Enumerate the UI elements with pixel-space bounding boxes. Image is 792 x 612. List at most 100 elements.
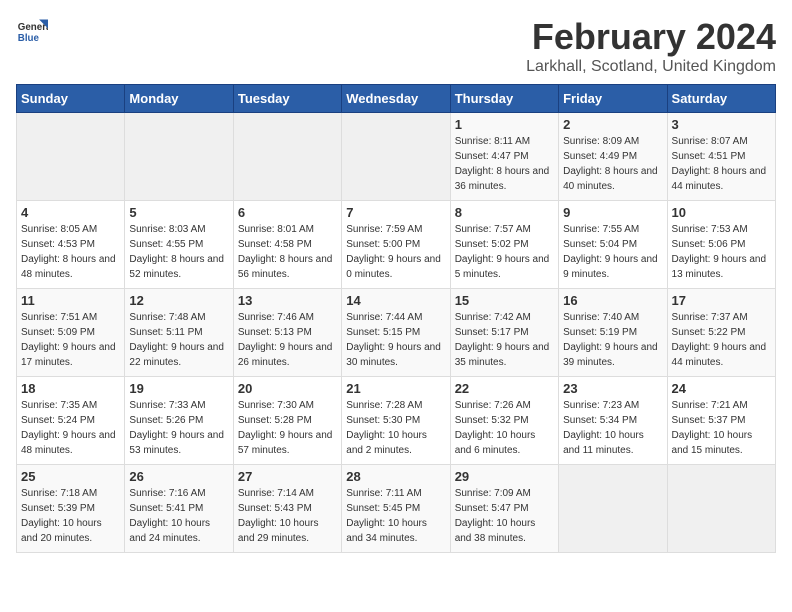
day-info: Sunrise: 7:35 AMSunset: 5:24 PMDaylight:… — [21, 398, 120, 458]
calendar-day-cell: 5 Sunrise: 8:03 AMSunset: 4:55 PMDaylight… — [125, 201, 233, 289]
calendar-day-cell — [342, 113, 450, 201]
weekday-header-cell: Saturday — [667, 85, 775, 113]
calendar-day-cell: 4Sunrise: 8:05 AMSunset: 4:53 PMDaylight… — [17, 201, 125, 289]
day-number: 10 — [672, 205, 771, 220]
calendar-day-cell: 21Sunrise: 7:28 AMSunset: 5:30 PMDayligh… — [342, 377, 450, 465]
calendar-day-cell: 10Sunrise: 7:53 AMSunset: 5:06 PMDayligh… — [667, 201, 775, 289]
calendar-day-cell — [667, 465, 775, 553]
day-number: 7 — [346, 205, 445, 220]
day-info: Sunrise: 7:16 AMSunset: 5:41 PMDaylight:… — [129, 486, 228, 546]
calendar-day-cell: 23 Sunrise: 7:23 AMSunset: 5:34 PMDayligh… — [559, 377, 667, 465]
day-number: 19 — [129, 381, 228, 396]
day-number: 5 — [129, 205, 228, 220]
calendar-day-cell — [17, 113, 125, 201]
day-number: 24 — [672, 381, 771, 396]
calendar-day-cell: 19 Sunrise: 7:33 AMSunset: 5:26 PMDayligh… — [125, 377, 233, 465]
day-number: 17 — [672, 293, 771, 308]
day-info: Sunrise: 7:59 AMSunset: 5:00 PMDaylight:… — [346, 222, 445, 282]
day-info: Sunrise: 7:57 AMSunset: 5:02 PMDaylight:… — [455, 222, 554, 282]
day-number: 25 — [21, 469, 120, 484]
day-number: 8 — [455, 205, 554, 220]
page-header: General Blue February 2024 Larkhall, Sco… — [16, 16, 776, 76]
calendar-day-cell: 14 Sunrise: 7:44 AMSunset: 5:15 PMDayligh… — [342, 289, 450, 377]
weekday-header-cell: Friday — [559, 85, 667, 113]
calendar-subtitle: Larkhall, Scotland, United Kingdom — [526, 58, 776, 76]
calendar-day-cell: 27 Sunrise: 7:14 AMSunset: 5:43 PMDayligh… — [233, 465, 341, 553]
calendar-day-cell — [233, 113, 341, 201]
logo-icon: General Blue — [16, 16, 48, 48]
calendar-day-cell — [559, 465, 667, 553]
calendar-day-cell: 28Sunrise: 7:11 AMSunset: 5:45 PMDayligh… — [342, 465, 450, 553]
calendar-day-cell: 22 Sunrise: 7:26 AMSunset: 5:32 PMDayligh… — [450, 377, 558, 465]
calendar-day-cell: 7 Sunrise: 7:59 AMSunset: 5:00 PMDaylight… — [342, 201, 450, 289]
day-number: 6 — [238, 205, 337, 220]
calendar-day-cell: 9 Sunrise: 7:55 AMSunset: 5:04 PMDaylight… — [559, 201, 667, 289]
day-info: Sunrise: 7:21 AMSunset: 5:37 PMDaylight:… — [672, 398, 771, 458]
weekday-header-cell: Wednesday — [342, 85, 450, 113]
day-number: 11 — [21, 293, 120, 308]
day-number: 22 — [455, 381, 554, 396]
day-number: 27 — [238, 469, 337, 484]
day-number: 14 — [346, 293, 445, 308]
day-info: Sunrise: 7:44 AMSunset: 5:15 PMDaylight:… — [346, 310, 445, 370]
day-info: Sunrise: 7:18 AMSunset: 5:39 PMDaylight:… — [21, 486, 120, 546]
calendar-day-cell: 2Sunrise: 8:09 AMSunset: 4:49 PMDaylight… — [559, 113, 667, 201]
day-info: Sunrise: 7:30 AMSunset: 5:28 PMDaylight:… — [238, 398, 337, 458]
calendar-day-cell: 24 Sunrise: 7:21 AMSunset: 5:37 PMDayligh… — [667, 377, 775, 465]
day-info: Sunrise: 7:14 AMSunset: 5:43 PMDaylight:… — [238, 486, 337, 546]
day-info: Sunrise: 8:07 AMSunset: 4:51 PMDaylight:… — [672, 134, 771, 194]
calendar-day-cell: 8 Sunrise: 7:57 AMSunset: 5:02 PMDaylight… — [450, 201, 558, 289]
calendar-title: February 2024 — [526, 16, 776, 58]
calendar-day-cell: 15 Sunrise: 7:42 AMSunset: 5:17 PMDayligh… — [450, 289, 558, 377]
weekday-header-cell: Thursday — [450, 85, 558, 113]
day-number: 20 — [238, 381, 337, 396]
day-number: 21 — [346, 381, 445, 396]
day-info: Sunrise: 7:09 AMSunset: 5:47 PMDaylight:… — [455, 486, 554, 546]
day-info: Sunrise: 7:48 AMSunset: 5:11 PMDaylight:… — [129, 310, 228, 370]
day-number: 1 — [455, 117, 554, 132]
calendar-day-cell: 1 Sunrise: 8:11 AMSunset: 4:47 PMDaylight… — [450, 113, 558, 201]
day-info: Sunrise: 8:09 AMSunset: 4:49 PMDaylight:… — [563, 134, 662, 194]
calendar-day-cell: 12Sunrise: 7:48 AMSunset: 5:11 PMDayligh… — [125, 289, 233, 377]
calendar-week-row: 18Sunrise: 7:35 AMSunset: 5:24 PMDayligh… — [17, 377, 776, 465]
calendar-body: 1 Sunrise: 8:11 AMSunset: 4:47 PMDaylight… — [17, 113, 776, 553]
day-info: Sunrise: 7:51 AMSunset: 5:09 PMDaylight:… — [21, 310, 120, 370]
weekday-header-row: SundayMondayTuesdayWednesdayThursdayFrid… — [17, 85, 776, 113]
calendar-day-cell: 6 Sunrise: 8:01 AMSunset: 4:58 PMDaylight… — [233, 201, 341, 289]
day-number: 28 — [346, 469, 445, 484]
day-number: 13 — [238, 293, 337, 308]
day-info: Sunrise: 8:03 AMSunset: 4:55 PMDaylight:… — [129, 222, 228, 282]
calendar-table: SundayMondayTuesdayWednesdayThursdayFrid… — [16, 84, 776, 553]
day-number: 29 — [455, 469, 554, 484]
day-info: Sunrise: 7:37 AMSunset: 5:22 PMDaylight:… — [672, 310, 771, 370]
calendar-week-row: 11 Sunrise: 7:51 AMSunset: 5:09 PMDayligh… — [17, 289, 776, 377]
day-info: Sunrise: 7:26 AMSunset: 5:32 PMDaylight:… — [455, 398, 554, 458]
svg-text:Blue: Blue — [18, 33, 40, 44]
day-number: 9 — [563, 205, 662, 220]
weekday-header-cell: Sunday — [17, 85, 125, 113]
day-info: Sunrise: 7:23 AMSunset: 5:34 PMDaylight:… — [563, 398, 662, 458]
calendar-day-cell — [125, 113, 233, 201]
day-info: Sunrise: 7:46 AMSunset: 5:13 PMDaylight:… — [238, 310, 337, 370]
calendar-day-cell: 20 Sunrise: 7:30 AMSunset: 5:28 PMDayligh… — [233, 377, 341, 465]
day-info: Sunrise: 8:01 AMSunset: 4:58 PMDaylight:… — [238, 222, 337, 282]
calendar-day-cell: 16 Sunrise: 7:40 AMSunset: 5:19 PMDayligh… — [559, 289, 667, 377]
day-info: Sunrise: 7:33 AMSunset: 5:26 PMDaylight:… — [129, 398, 228, 458]
calendar-day-cell: 29 Sunrise: 7:09 AMSunset: 5:47 PMDayligh… — [450, 465, 558, 553]
weekday-header-cell: Tuesday — [233, 85, 341, 113]
day-info: Sunrise: 7:55 AMSunset: 5:04 PMDaylight:… — [563, 222, 662, 282]
day-number: 15 — [455, 293, 554, 308]
day-info: Sunrise: 7:42 AMSunset: 5:17 PMDaylight:… — [455, 310, 554, 370]
weekday-header-cell: Monday — [125, 85, 233, 113]
day-number: 23 — [563, 381, 662, 396]
day-number: 16 — [563, 293, 662, 308]
calendar-day-cell: 17 Sunrise: 7:37 AMSunset: 5:22 PMDayligh… — [667, 289, 775, 377]
day-number: 26 — [129, 469, 228, 484]
calendar-day-cell: 26 Sunrise: 7:16 AMSunset: 5:41 PMDayligh… — [125, 465, 233, 553]
calendar-day-cell: 18Sunrise: 7:35 AMSunset: 5:24 PMDayligh… — [17, 377, 125, 465]
day-info: Sunrise: 7:40 AMSunset: 5:19 PMDaylight:… — [563, 310, 662, 370]
day-info: Sunrise: 8:11 AMSunset: 4:47 PMDaylight:… — [455, 134, 554, 194]
logo: General Blue — [16, 16, 48, 48]
calendar-day-cell: 25 Sunrise: 7:18 AMSunset: 5:39 PMDayligh… — [17, 465, 125, 553]
title-area: February 2024 Larkhall, Scotland, United… — [526, 16, 776, 76]
